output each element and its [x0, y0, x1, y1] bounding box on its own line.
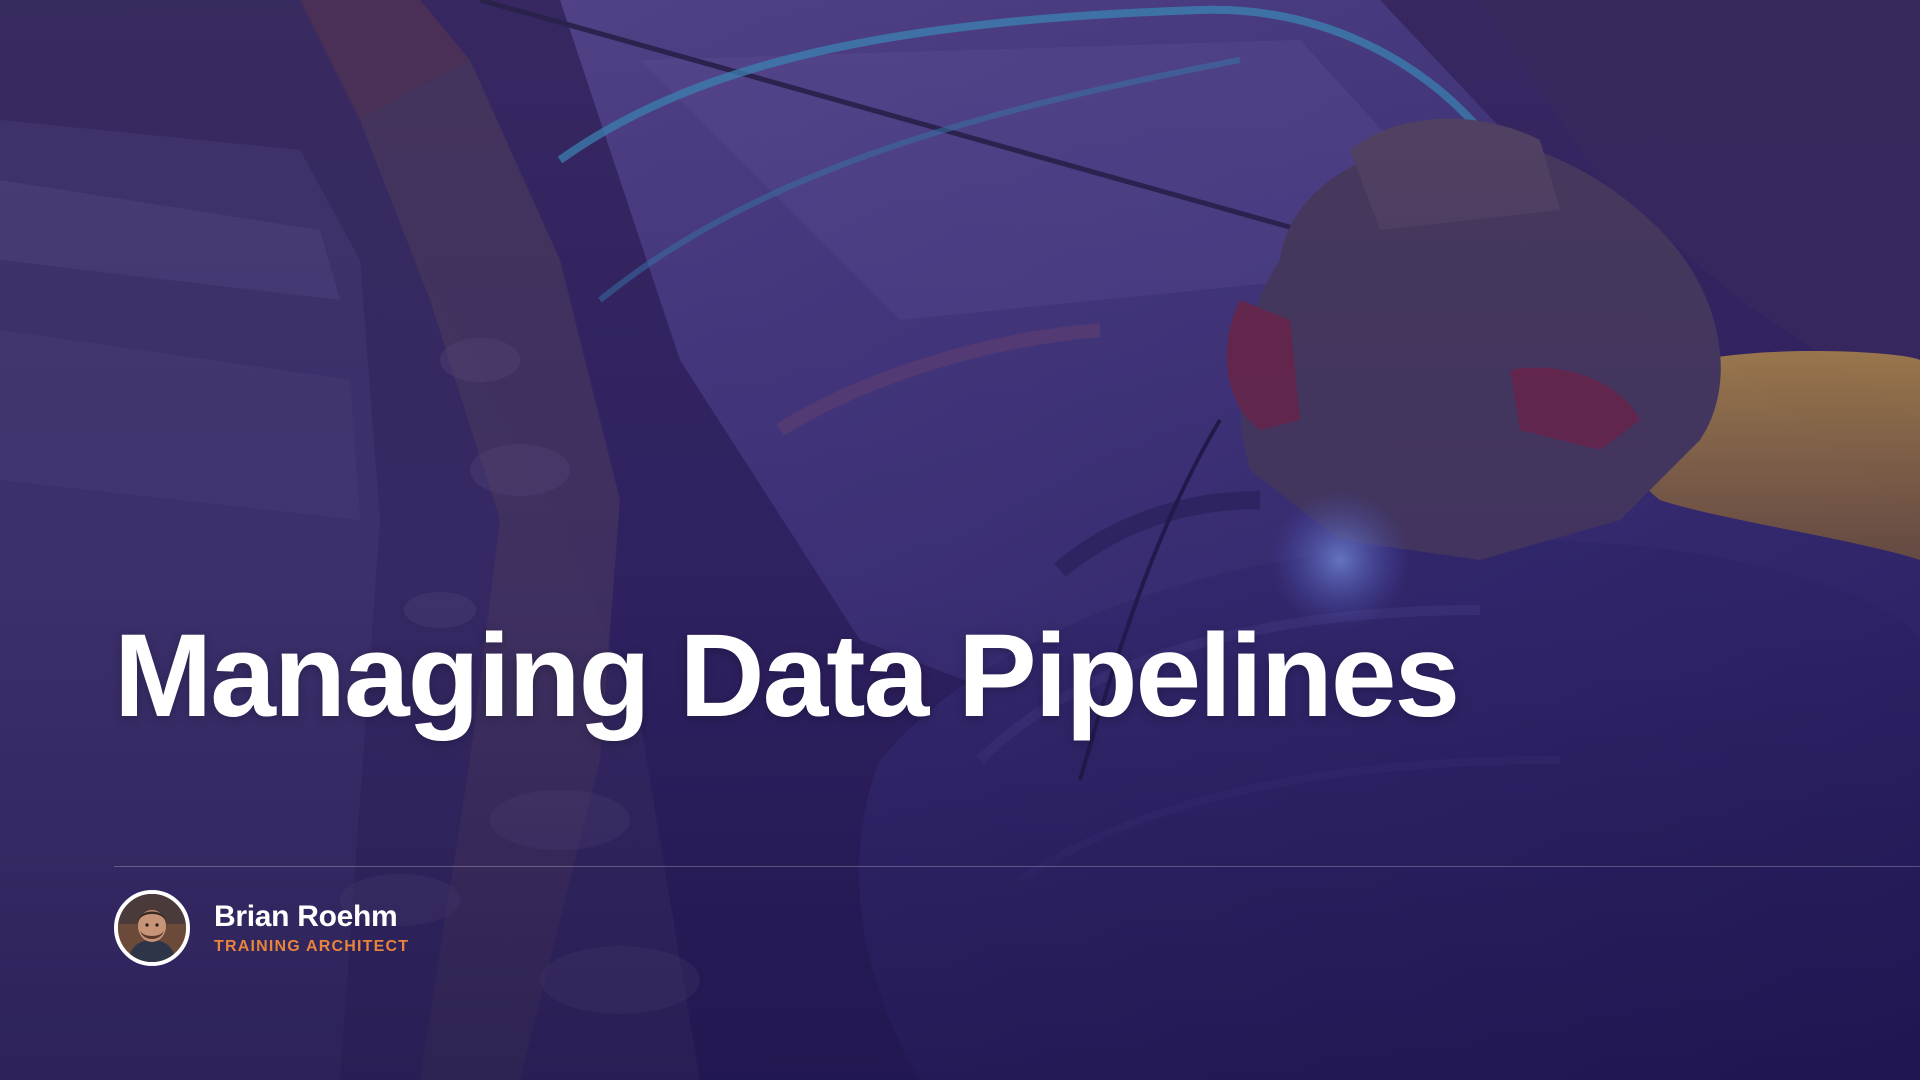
footer-divider: [114, 866, 1920, 867]
presenter-info: Brian Roehm TRAINING ARCHITECT: [114, 890, 409, 966]
presenter-role: TRAINING ARCHITECT: [214, 938, 410, 956]
avatar-photo-icon: [118, 894, 186, 962]
slide-title: Managing Data Pipelines: [114, 610, 1460, 742]
title-slide: Managing Data Pipelines Brian Roehm TRAI…: [0, 0, 1920, 1080]
presenter-avatar: [114, 890, 190, 966]
presenter-name: Brian Roehm: [214, 899, 398, 933]
presenter-text: Brian Roehm TRAINING ARCHITECT: [214, 900, 409, 957]
